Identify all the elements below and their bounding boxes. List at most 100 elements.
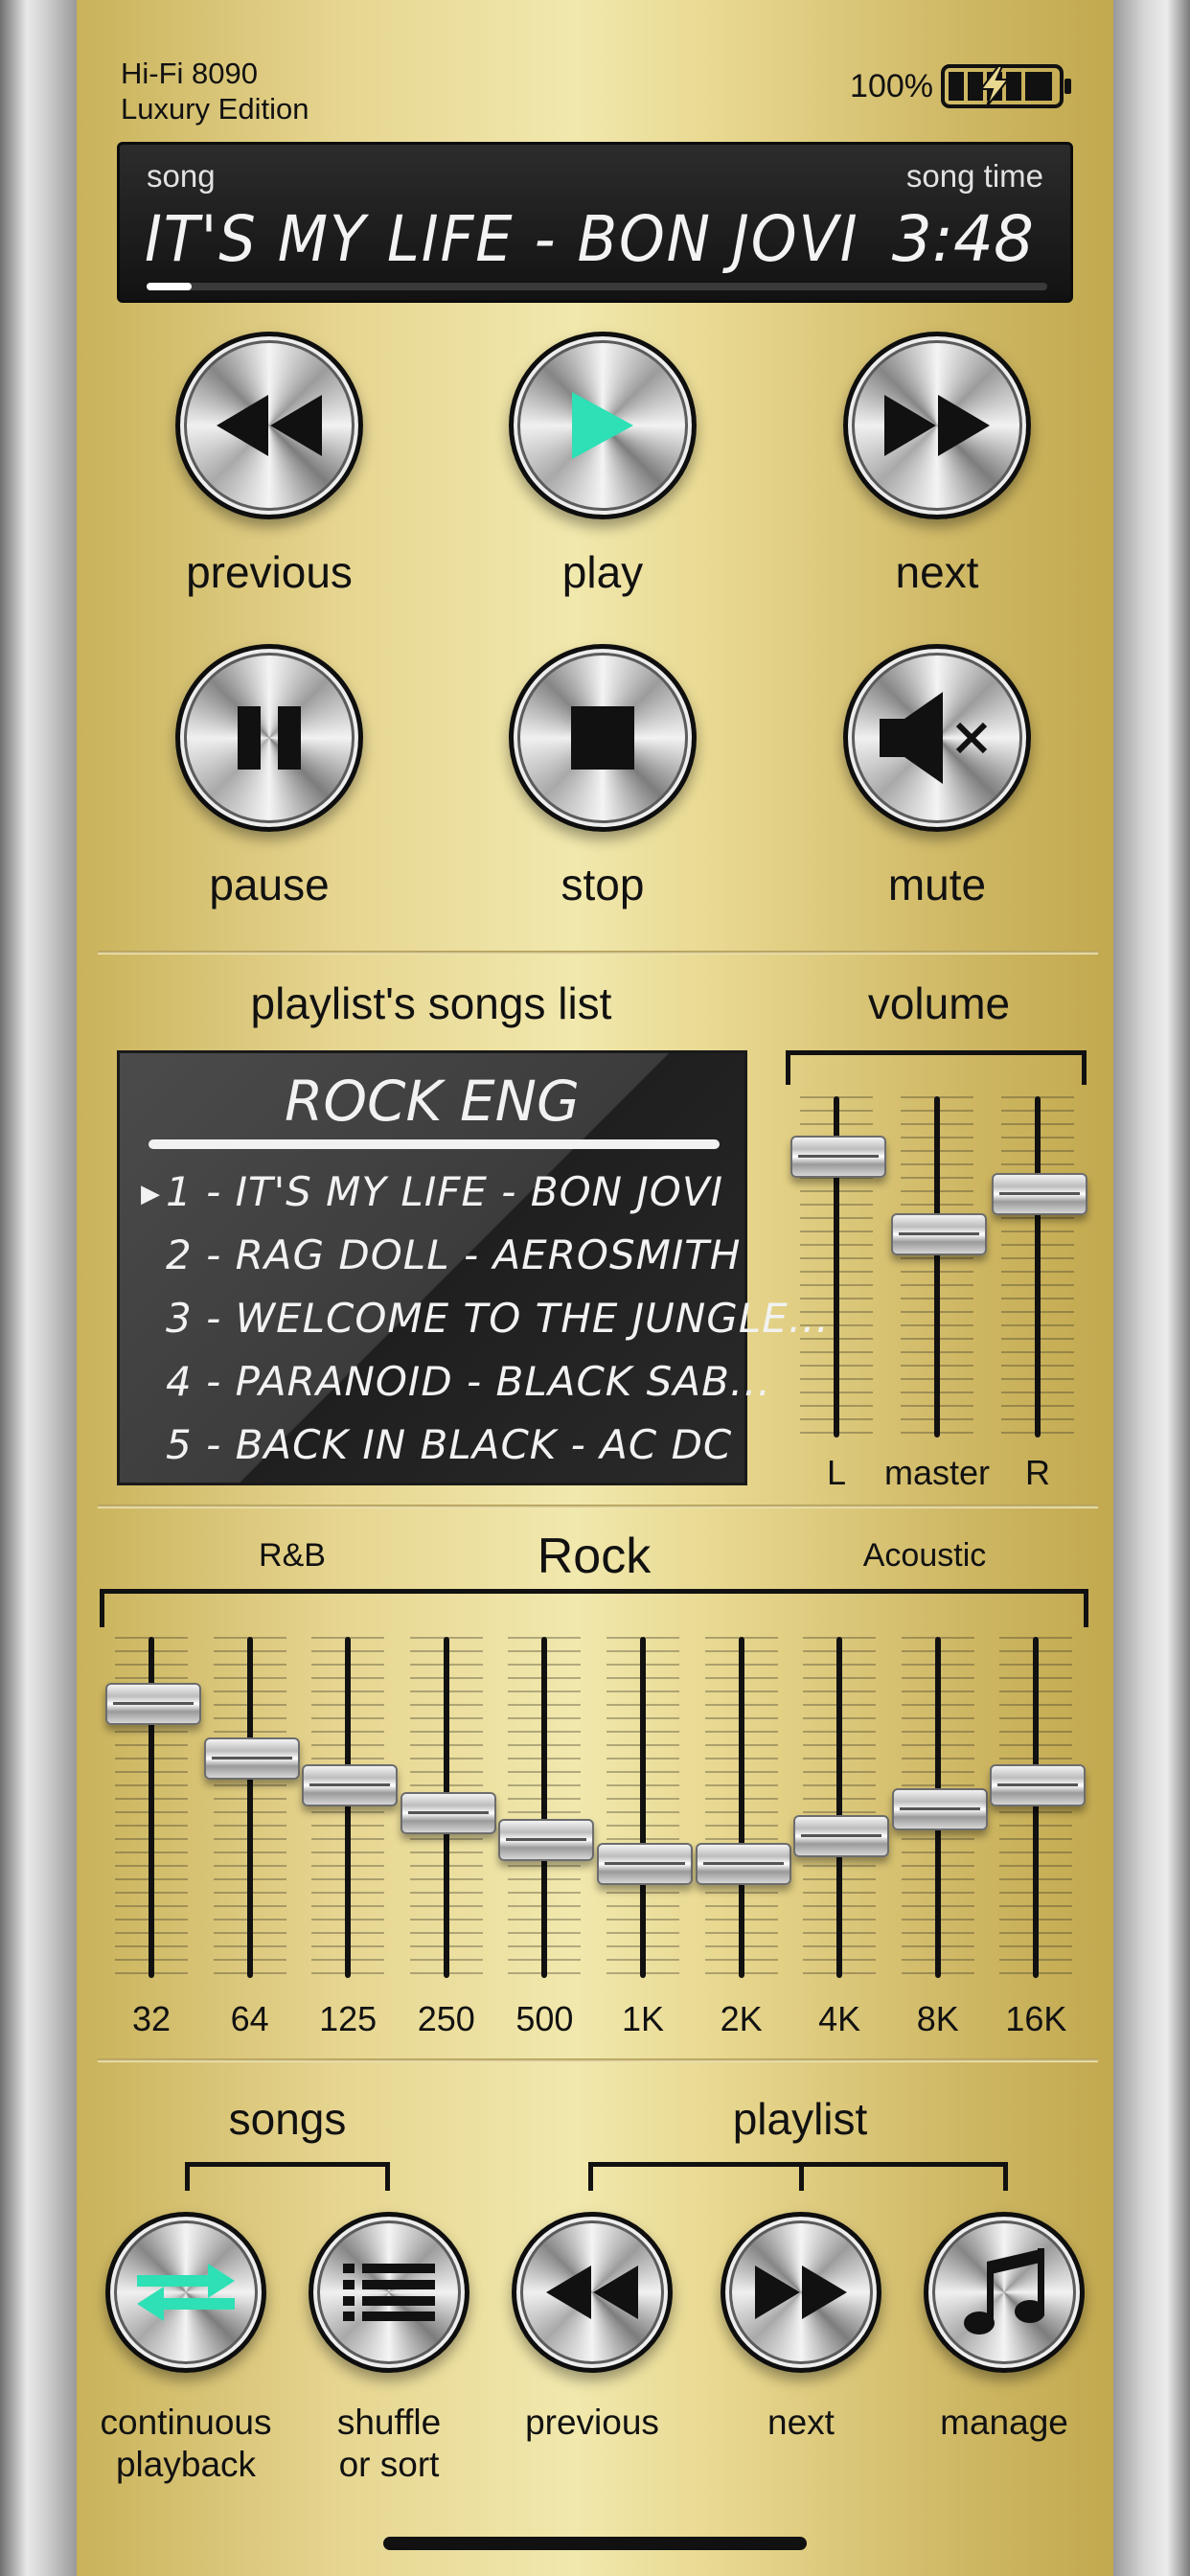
- playlist-manage-button[interactable]: [924, 2212, 1085, 2373]
- eq-fader-64[interactable]: [203, 1736, 300, 1780]
- songs-title: songs: [228, 2094, 347, 2144]
- shuffle-sort-line2: or sort: [338, 2445, 440, 2484]
- eq-fader-250[interactable]: [400, 1791, 496, 1834]
- playlist-next-button[interactable]: [721, 2212, 881, 2373]
- eq-fader-4k[interactable]: [793, 1815, 890, 1858]
- playlist-song-item[interactable]: 5 - BACK IN BLACK - AC DC: [166, 1421, 732, 1468]
- eq-track[interactable]: [836, 1637, 843, 1978]
- volume-fader-master[interactable]: [891, 1213, 987, 1256]
- section-divider: [98, 2058, 1098, 2062]
- play-icon: [572, 392, 633, 459]
- play-button[interactable]: [509, 332, 697, 519]
- brand-model: Hi-Fi 8090: [121, 57, 258, 90]
- eq-label: 16K: [1005, 1999, 1067, 2038]
- playlist-bracket-center: [799, 2162, 804, 2191]
- list-icon: [343, 2264, 435, 2321]
- volume-fader-r[interactable]: [992, 1172, 1087, 1215]
- next-button[interactable]: [843, 332, 1031, 519]
- current-song-marker-icon: ▶: [141, 1180, 161, 1208]
- rewind-icon: [217, 395, 322, 456]
- eq-track[interactable]: [738, 1637, 744, 1978]
- eq-fader-16k[interactable]: [990, 1764, 1087, 1807]
- stop-label: stop: [561, 860, 645, 909]
- rewind-icon: [546, 2266, 638, 2319]
- eq-preset-previous[interactable]: R&B: [216, 1537, 369, 1575]
- left-chrome-frame: [0, 0, 80, 2576]
- eq-fader-2k[interactable]: [695, 1842, 791, 1885]
- song-time-label: song time: [905, 158, 1043, 194]
- battery-status: 100%: [850, 59, 1071, 113]
- eq-track[interactable]: [541, 1637, 548, 1978]
- brand-edition: Luxury Edition: [121, 92, 309, 126]
- volume-title: volume: [867, 978, 1011, 1028]
- playlist-title: playlist: [732, 2094, 868, 2144]
- bolt-icon: [979, 66, 1011, 106]
- stop-button[interactable]: [509, 644, 697, 832]
- shuffle-sort-button[interactable]: [309, 2212, 469, 2373]
- playlist-song-title: 2 - RAG DOLL - AEROSMITH: [166, 1231, 742, 1278]
- playlist-rule: [149, 1139, 720, 1149]
- previous-button[interactable]: [175, 332, 363, 519]
- eq-bracket: [100, 1589, 1088, 1627]
- playlist-manage-label: manage: [940, 2403, 1068, 2442]
- song-title: IT'S MY LIFE - BON JOVI: [145, 202, 859, 276]
- device-brand: Hi-Fi 8090 Luxury Edition: [121, 56, 309, 126]
- home-indicator[interactable]: [383, 2537, 807, 2550]
- previous-label: previous: [186, 547, 353, 597]
- song-time: 3:48: [891, 202, 1034, 276]
- fast-forward-icon: [884, 395, 990, 456]
- battery-percentage: 100%: [850, 67, 933, 104]
- playlist-song-item[interactable]: 3 - WELCOME TO THE JUNGLE...: [166, 1295, 830, 1342]
- song-label: song: [147, 158, 216, 194]
- playlist-section-title: playlist's songs list: [250, 978, 612, 1028]
- playlist-song-item[interactable]: 4 - PARANOID - BLACK SAB...: [166, 1358, 771, 1405]
- playlist-song-title: 4 - PARANOID - BLACK SAB...: [166, 1358, 771, 1405]
- mute-button[interactable]: [843, 644, 1031, 832]
- volume-bracket: [786, 1050, 1087, 1085]
- pause-label: pause: [209, 860, 330, 909]
- eq-fader-500[interactable]: [498, 1819, 595, 1862]
- eq-track[interactable]: [640, 1637, 646, 1978]
- speaker-mute-icon: [880, 692, 988, 784]
- play-label: play: [561, 547, 644, 597]
- pause-icon: [238, 706, 301, 770]
- volume-track[interactable]: [1035, 1096, 1041, 1438]
- volume-track[interactable]: [934, 1096, 940, 1438]
- right-chrome-frame: [1110, 0, 1190, 2576]
- eq-track[interactable]: [246, 1637, 253, 1978]
- song-progress-fill: [147, 283, 192, 290]
- eq-fader-1k[interactable]: [597, 1842, 693, 1885]
- eq-fader-125[interactable]: [302, 1764, 399, 1807]
- playlist-song-title: 1 - IT'S MY LIFE - BON JOVI: [166, 1168, 723, 1215]
- eq-track[interactable]: [1033, 1637, 1040, 1978]
- eq-preset-next[interactable]: Acoustic: [824, 1537, 1025, 1575]
- fast-forward-icon: [755, 2266, 847, 2319]
- playlist-previous-button[interactable]: [512, 2212, 673, 2373]
- now-playing-display: song song time IT'S MY LIFE - BON JOVI 3…: [117, 142, 1073, 303]
- pause-button[interactable]: [175, 644, 363, 832]
- playlist-bracket: [588, 2162, 1008, 2191]
- section-divider: [98, 951, 1098, 954]
- songs-bracket: [185, 2162, 390, 2191]
- volume-label: master: [883, 1453, 991, 1492]
- next-label: next: [895, 547, 979, 597]
- playlist-song-title: 5 - BACK IN BLACK - AC DC: [166, 1421, 733, 1468]
- playlist-song-title: 3 - WELCOME TO THE JUNGLE...: [166, 1295, 830, 1342]
- volume-fader-l[interactable]: [790, 1135, 886, 1178]
- song-progress-bar[interactable]: [147, 283, 1047, 290]
- music-note-icon: [964, 2248, 1044, 2334]
- repeat-arrows-icon: [137, 2264, 235, 2321]
- volume-label: L: [826, 1453, 847, 1492]
- playlist-song-item[interactable]: ▶ 1 - IT'S MY LIFE - BON JOVI: [141, 1168, 723, 1215]
- battery-cell: [1025, 72, 1052, 101]
- stop-icon: [571, 706, 634, 770]
- eq-fader-32[interactable]: [105, 1682, 201, 1725]
- eq-fader-8k[interactable]: [891, 1788, 988, 1830]
- continuous-playback-button[interactable]: [105, 2212, 266, 2373]
- eq-preset-current: Rock: [537, 1529, 652, 1584]
- playlist-screen: ROCK ENG ▶ 1 - IT'S MY LIFE - BON JOVI 2…: [117, 1050, 829, 1485]
- battery-cell: [949, 72, 964, 101]
- volume-label: R: [1025, 1453, 1050, 1492]
- playlist-song-item[interactable]: 2 - RAG DOLL - AEROSMITH: [166, 1231, 741, 1278]
- eq-track[interactable]: [345, 1637, 352, 1978]
